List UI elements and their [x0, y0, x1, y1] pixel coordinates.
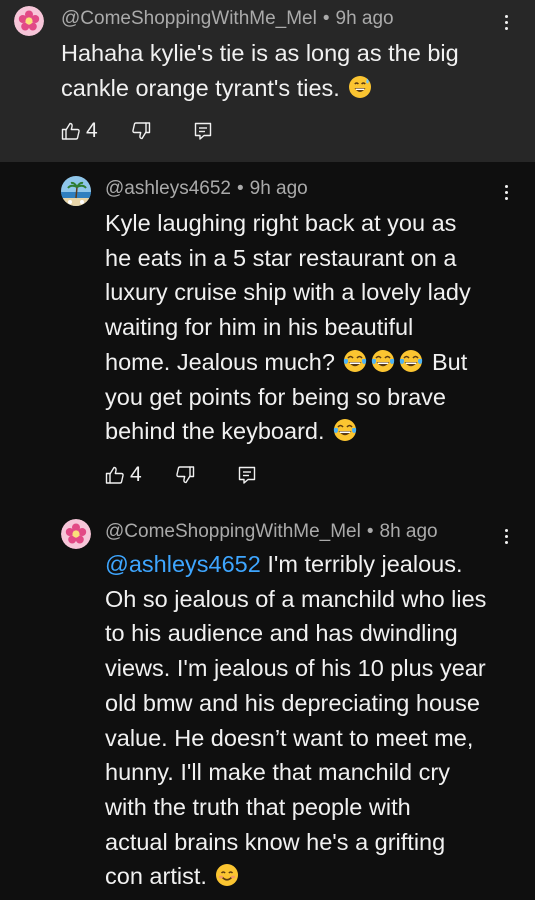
- like-button[interactable]: 4: [105, 462, 142, 488]
- comment-line: I'm terribly jealous.: [267, 551, 463, 577]
- comment-text: Hahaha kylie's tie is as long as the big…: [61, 36, 521, 105]
- comment-author[interactable]: @ComeShoppingWithMe_Mel: [105, 521, 361, 542]
- comment-text: Kyle laughing right back at you as he ea…: [105, 206, 525, 449]
- comment-line: old bmw and his depreciating house: [105, 689, 480, 716]
- dislike-button[interactable]: [131, 118, 151, 144]
- thumbs-down-icon: [131, 121, 151, 141]
- dislike-button[interactable]: [175, 462, 195, 488]
- comment-actions: 4: [105, 462, 305, 488]
- comment-time: 9h ago: [335, 8, 394, 29]
- comment-time: 9h ago: [249, 178, 308, 199]
- comment-line: actual brains know he's a grifting: [105, 828, 446, 855]
- reply-comment: @ComeShoppingWithMe_Mel • 8h ago @ashleys4…: [0, 502, 535, 900]
- mention-link[interactable]: @ashleys4652: [105, 551, 261, 577]
- reply-comment: @ashleys4652 • 9h ago Kyle laughing right …: [0, 162, 535, 502]
- comment-line: con artist.: [105, 863, 207, 890]
- comment-line: Kyle laughing right back at you as: [105, 210, 457, 236]
- comments-page: @ComeShoppingWithMe_Mel • 9h ago Hahaha ky…: [0, 0, 535, 900]
- comment-meta: @ComeShoppingWithMe_Mel • 9h ago: [61, 8, 394, 29]
- beach-palm-avatar[interactable]: [61, 176, 91, 206]
- comment-highlighted: @ComeShoppingWithMe_Mel • 9h ago Hahaha ky…: [0, 0, 535, 162]
- comment-line: he eats in a 5 star restaurant on a: [105, 244, 457, 271]
- more-vertical-icon[interactable]: [496, 524, 516, 548]
- comment-meta: @ashleys4652 • 9h ago: [105, 178, 308, 199]
- comment-line: behind the keyboard.: [105, 418, 325, 445]
- comment-line: home. Jealous much?: [105, 348, 335, 375]
- more-vertical-icon[interactable]: [496, 180, 516, 204]
- thumbs-down-icon: [175, 465, 195, 485]
- thumbs-up-icon: [105, 465, 125, 485]
- comment-text: @ashleys4652 I'm terribly jealous. Oh so…: [105, 547, 525, 894]
- comment-meta: @ComeShoppingWithMe_Mel • 8h ago: [105, 521, 438, 542]
- tears-of-joy-emoji: [343, 349, 367, 373]
- reply-icon: [193, 121, 213, 141]
- pink-flower-avatar[interactable]: [61, 519, 91, 549]
- smiling-face-emoji: [215, 863, 239, 887]
- pink-flower-avatar[interactable]: [14, 6, 44, 36]
- comment-line: to his audience and has dwindling: [105, 620, 458, 647]
- reply-button[interactable]: [237, 462, 257, 488]
- more-vertical-icon[interactable]: [496, 10, 516, 34]
- like-count: 4: [86, 119, 98, 142]
- grinning-sweat-emoji: [348, 75, 372, 99]
- comment-line: with the truth that people with: [105, 793, 411, 820]
- tears-of-joy-emoji: [399, 349, 423, 373]
- comment-line: Oh so jealous of a manchild who lies: [105, 585, 487, 612]
- comment-line: luxury cruise ship with a lovely lady: [105, 279, 471, 306]
- comment-line: cankle orange tyrant's ties.: [61, 74, 340, 101]
- thumbs-up-icon: [61, 121, 81, 141]
- comment-line: But: [431, 348, 468, 375]
- comment-actions: 4: [61, 118, 261, 144]
- comment-line: value. He doesn’t want to meet me,: [105, 724, 474, 751]
- comment-line: hunny. I'll make that manchild cry: [105, 759, 450, 786]
- reply-icon: [237, 465, 257, 485]
- comment-time: 8h ago: [379, 521, 438, 542]
- comment-line: Hahaha kylie's tie is as long as the big: [61, 40, 459, 66]
- tears-of-joy-emoji: [333, 418, 357, 442]
- reply-button[interactable]: [193, 118, 213, 144]
- comment-author[interactable]: @ashleys4652: [105, 178, 231, 199]
- like-count: 4: [130, 463, 142, 486]
- comment-line: you get points for being so brave: [105, 383, 446, 410]
- tears-of-joy-emoji: [371, 349, 395, 373]
- comment-line: views. I'm jealous of his 10 plus year: [105, 655, 486, 682]
- comment-line: waiting for him in his beautiful: [105, 314, 414, 341]
- like-button[interactable]: 4: [61, 118, 98, 144]
- comment-author[interactable]: @ComeShoppingWithMe_Mel: [61, 8, 317, 29]
